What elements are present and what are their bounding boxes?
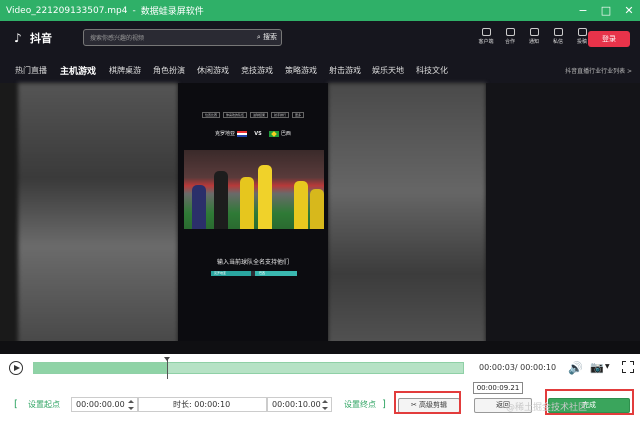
douyin-notify-icon: 通知	[526, 28, 542, 45]
end-time-stepper[interactable]	[322, 400, 328, 410]
douyin-cooperation-icon: 合作	[502, 28, 518, 45]
douyin-search-box: 搜索你感兴趣的视频 ⌕ 搜索	[83, 29, 282, 46]
blurred-background-left	[18, 83, 178, 354]
highlight-advanced-cut	[394, 391, 461, 414]
stream-chip: 更多	[292, 112, 305, 118]
volume-icon[interactable]: 🔊	[568, 361, 583, 375]
douyin-logo-text: 抖音	[30, 32, 52, 45]
nav-item: 竞技游戏	[241, 66, 273, 75]
live-stream-frame: 位置比赛 你喜欢的队伍 进球结果 射手排行 更多 克罗地亚 VS 巴西 输入当前…	[178, 83, 328, 354]
stream-chip: 你喜欢的队伍	[222, 112, 247, 118]
video-bottom-strip	[0, 341, 640, 354]
time-tooltip: 00:00:09.21	[473, 382, 523, 394]
fullscreen-icon[interactable]	[622, 361, 634, 373]
support-prompt: 输入当前球队全名支持他们	[216, 259, 289, 266]
set-start-button[interactable]: 设置起点	[28, 399, 60, 411]
nav-item: 热门直播	[15, 66, 47, 75]
timeline-handle[interactable]	[163, 357, 170, 379]
maximize-icon[interactable]: □	[599, 4, 613, 18]
start-time-input[interactable]: 00:00:00.00	[71, 397, 138, 412]
support-bar-right: 巴西	[259, 271, 266, 275]
timeline-track[interactable]	[33, 357, 464, 379]
side-panel	[486, 83, 640, 354]
douyin-header-icons: 客户端 合作 通知 私信 投稿	[478, 28, 590, 45]
stream-chip: 射手排行	[271, 112, 290, 118]
timecode: 00:00:03/ 00:00:10	[479, 363, 557, 372]
start-time-value: 00:00:00.00	[76, 400, 125, 409]
music-note-icon: ♪	[14, 31, 22, 45]
nav-item: 娱乐天地	[372, 66, 404, 75]
start-bracket: [	[14, 399, 18, 410]
support-bar-left: 克罗地亚	[214, 271, 227, 275]
set-end-button[interactable]: 设置终点	[344, 399, 376, 411]
chevron-down-icon[interactable]: ▼	[605, 363, 610, 370]
minimize-icon[interactable]: −	[576, 4, 590, 18]
stream-chip: 位置比赛	[201, 112, 220, 118]
douyin-logo: ♪ 抖音	[14, 30, 52, 46]
title-separator: -	[132, 5, 136, 16]
stream-chips: 位置比赛 你喜欢的队伍 进球结果 射手排行 更多	[188, 112, 318, 118]
end-time-value: 00:00:10.00	[272, 400, 321, 409]
window-file-name: Video_221209133507.mp4	[6, 5, 128, 16]
video-preview[interactable]: ♪ 抖音 搜索你感兴趣的视频 ⌕ 搜索 客户端 合作 通知 私信 投稿 登录 热…	[0, 21, 640, 354]
timeline-played	[34, 363, 167, 373]
douyin-search-button: ⌕ 搜索	[256, 33, 277, 41]
end-bracket: ]	[382, 399, 386, 410]
end-time-input[interactable]: 00:00:10.00	[267, 397, 332, 412]
close-icon[interactable]: ✕	[622, 4, 636, 18]
douyin-message-icon: 私信	[550, 28, 566, 45]
nav-item-active: 主机游戏	[60, 67, 97, 77]
team-left: 克罗地亚	[215, 131, 236, 137]
title-bar: Video_221209133507.mp4 - 数据蛙录屏软件 − □ ✕	[0, 0, 640, 21]
nav-right-link: 抖音直播行业行业列表 >	[565, 68, 632, 75]
support-bar: 克罗地亚 巴西	[211, 271, 297, 276]
football-scene-image	[184, 150, 324, 229]
nav-item: 科技文化	[416, 66, 448, 75]
match-banner: 克罗地亚 VS 巴西	[178, 130, 328, 137]
window-app-name: 数据蛙录屏软件	[140, 7, 204, 17]
nav-item: 棋牌桌游	[109, 66, 141, 75]
douyin-category-nav: 热门直播 主机游戏 棋牌桌游 角色扮演 休闲游戏 竞技游戏 策略游戏 射击游戏 …	[0, 59, 640, 83]
douyin-login-button: 登录	[588, 31, 630, 47]
croatia-flag-icon	[236, 130, 247, 137]
vs-label: VS	[254, 131, 262, 137]
blurred-background-right	[328, 83, 486, 354]
duration-display: 时长: 00:00:10	[138, 397, 267, 412]
douyin-header: ♪ 抖音 搜索你感兴趣的视频 ⌕ 搜索 客户端 合作 通知 私信 投稿 登录	[0, 21, 640, 59]
play-icon[interactable]	[9, 361, 23, 375]
douyin-client-icon: 客户端	[478, 28, 494, 45]
watermark: @稀土掘金技术社区	[506, 403, 588, 413]
nav-item: 休闲游戏	[197, 66, 229, 75]
douyin-search-placeholder: 搜索你感兴趣的视频	[90, 35, 145, 42]
team-right: 巴西	[280, 131, 291, 137]
nav-item: 射击游戏	[329, 66, 361, 75]
camera-icon[interactable]: 📷	[590, 361, 604, 375]
duration-value: 时长: 00:00:10	[173, 400, 231, 409]
window-controls: − □ ✕	[576, 0, 636, 21]
stream-chip: 进球结果	[249, 112, 268, 118]
start-time-stepper[interactable]	[128, 400, 134, 410]
nav-item: 角色扮演	[153, 66, 185, 75]
nav-item: 策略游戏	[285, 66, 317, 75]
douyin-search-button-label: 搜索	[263, 33, 277, 41]
brazil-flag-icon	[269, 130, 280, 137]
